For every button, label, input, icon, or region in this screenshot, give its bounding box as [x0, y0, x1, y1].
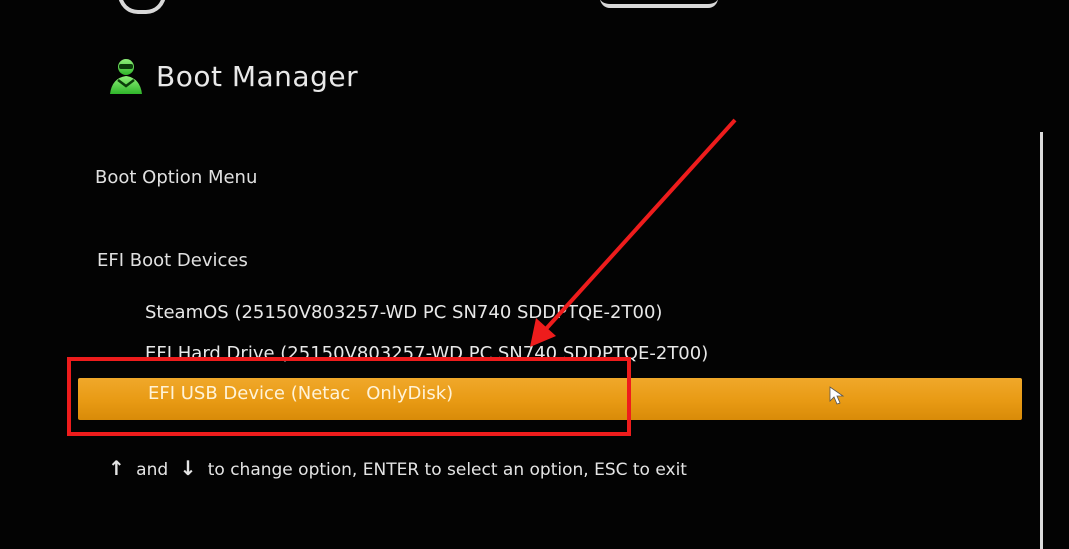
- page-header: Boot Manager: [104, 54, 358, 98]
- boot-manager-icon: [110, 59, 142, 94]
- boot-option-menu-title: Boot Option Menu: [95, 167, 258, 188]
- annotation-highlight-box: [67, 357, 631, 436]
- help-and: and: [136, 460, 169, 480]
- down-arrow-icon: ↓: [179, 456, 197, 480]
- help-text: ↑ and ↓ to change option, ENTER to selec…: [108, 456, 687, 480]
- help-instructions: to change option, ENTER to select an opt…: [207, 460, 687, 480]
- brand-logo-fragment: [118, 0, 166, 14]
- up-arrow-icon: ↑: [108, 456, 125, 480]
- boot-option-steamos[interactable]: SteamOS (25150V803257-WD PC SN740 SDDPTQ…: [145, 302, 662, 323]
- mouse-pointer-icon: [829, 386, 845, 405]
- scrollbar[interactable]: [1040, 132, 1043, 549]
- brand-logo-text-fragment: [600, 0, 718, 8]
- page-title: Boot Manager: [156, 59, 359, 93]
- efi-boot-devices-heading: EFI Boot Devices: [97, 250, 248, 271]
